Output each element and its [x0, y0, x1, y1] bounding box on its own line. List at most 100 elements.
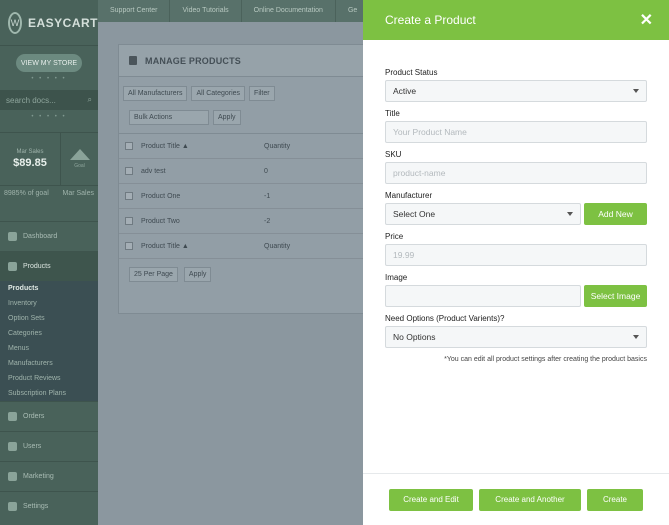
docs-search-input[interactable]: search docs... — [6, 96, 56, 105]
subnav-option-sets[interactable]: Option Sets — [0, 311, 98, 326]
bulk-actions-row: Bulk Actions Apply — [119, 110, 377, 134]
nav-settings[interactable]: Settings — [0, 491, 98, 521]
goal-label: Goal — [74, 163, 85, 169]
product-status-label: Product Status — [385, 68, 438, 77]
products-subnav: Products Inventory Option Sets Categorie… — [0, 281, 98, 401]
options-select[interactable]: No Options — [385, 326, 647, 348]
subnav-products[interactable]: Products — [0, 281, 98, 296]
row-checkbox[interactable] — [125, 192, 133, 200]
subnav-categories[interactable]: Categories — [0, 326, 98, 341]
stat-value: $89.85 — [13, 157, 47, 169]
column-quantity: Quantity — [264, 142, 291, 150]
subnav-menus[interactable]: Menus — [0, 341, 98, 356]
topnav-support-center[interactable]: Support Center — [98, 0, 171, 22]
close-icon[interactable]: ✕ — [640, 10, 653, 30]
admin-sidebar: W EASYCART VIEW MY STORE • • • • • searc… — [0, 0, 98, 525]
apply-button[interactable]: Apply — [213, 110, 241, 125]
topnav-video-tutorials[interactable]: Video Tutorials — [170, 0, 242, 22]
manufacturer-row: Select One Add New — [385, 203, 647, 225]
users-icon — [8, 442, 17, 451]
panel-header: MANAGE PRODUCTS — [119, 45, 377, 77]
sku-input[interactable]: product-name — [385, 162, 647, 184]
modal-header: Create a Product ✕ — [363, 0, 669, 40]
logo-icon: W — [8, 11, 22, 34]
options-label: Need Options (Product Varients)? — [385, 314, 505, 323]
table-row: Product One -1 — [119, 184, 377, 209]
product-title[interactable]: adv test — [141, 168, 264, 175]
subnav-product-reviews[interactable]: Product Reviews — [0, 371, 98, 386]
table-header: Product Title ▲ Quantity — [119, 134, 377, 159]
row-checkbox[interactable] — [125, 167, 133, 175]
manufacturer-select[interactable]: Select One — [385, 203, 581, 225]
per-page-select[interactable]: 25 Per Page — [129, 267, 178, 282]
column-quantity: Quantity — [264, 242, 291, 250]
manufacturer-filter-select[interactable]: All Manufacturers — [123, 86, 188, 101]
chevron-down-icon — [567, 212, 573, 216]
title-input[interactable]: Your Product Name — [385, 121, 647, 143]
products-icon — [8, 262, 17, 271]
goal-triangle-icon — [69, 149, 90, 160]
filter-button[interactable]: Filter — [249, 86, 275, 101]
search-icon[interactable]: ⌕ — [88, 95, 92, 105]
select-all-checkbox[interactable] — [125, 242, 133, 250]
column-product-title[interactable]: Product Title ▲ — [141, 243, 264, 250]
create-and-edit-button[interactable]: Create and Edit — [389, 488, 473, 511]
subnav-manufacturers[interactable]: Manufacturers — [0, 356, 98, 371]
product-status-select[interactable]: Active — [385, 80, 647, 102]
sku-label: SKU — [385, 150, 402, 159]
subnav-subscription-plans[interactable]: Subscription Plans — [0, 386, 98, 401]
goal-month: Mar Sales — [62, 190, 94, 197]
image-input[interactable] — [385, 285, 581, 307]
manufacturer-label: Manufacturer — [385, 191, 433, 200]
divider-dots: • • • • • — [31, 114, 67, 120]
panel-title: MANAGE PRODUCTS — [145, 55, 242, 66]
select-all-checkbox[interactable] — [125, 142, 133, 150]
table-footer: Product Title ▲ Quantity — [119, 234, 377, 259]
product-title[interactable]: Product Two — [141, 218, 264, 225]
create-button[interactable]: Create — [587, 488, 643, 511]
topnav-online-documentation[interactable]: Online Documentation — [242, 0, 336, 22]
goal-row: 8985% of goal Mar Sales — [0, 186, 98, 201]
nav-label: Products — [23, 263, 51, 270]
apply-button[interactable]: Apply — [183, 267, 212, 282]
add-new-manufacturer-button[interactable]: Add New — [584, 203, 647, 225]
view-store-button[interactable]: VIEW MY STORE — [16, 54, 82, 72]
subnav-inventory[interactable]: Inventory — [0, 296, 98, 311]
create-and-another-button[interactable]: Create and Another — [479, 488, 581, 511]
logo[interactable]: W EASYCART — [0, 0, 98, 46]
manage-products-panel: MANAGE PRODUCTS All Manufacturers All Ca… — [118, 44, 378, 314]
column-product-title[interactable]: Product Title ▲ — [141, 143, 264, 150]
select-image-button[interactable]: Select Image — [584, 285, 647, 307]
image-row: Select Image — [385, 285, 647, 307]
nav-dashboard[interactable]: Dashboard — [0, 221, 98, 251]
bulk-actions-select[interactable]: Bulk Actions — [129, 110, 209, 125]
orders-icon — [8, 412, 17, 421]
price-input[interactable]: 19.99 — [385, 244, 647, 266]
nav-label: Users — [23, 443, 42, 450]
create-product-modal: Create a Product ✕ Product Status Active… — [363, 0, 669, 525]
modal-footer: Create and Edit Create and Another Creat… — [363, 473, 669, 525]
nav-products[interactable]: Products — [0, 251, 98, 281]
stat-label: Mar Sales — [16, 149, 44, 155]
docs-search[interactable]: search docs... ⌕ — [0, 90, 98, 110]
modal-title: Create a Product — [385, 13, 476, 27]
main-content: MANAGE PRODUCTS All Manufacturers All Ca… — [98, 22, 398, 525]
sales-stats: Mar Sales $89.85 Goal — [0, 132, 98, 186]
nav-label: Orders — [23, 413, 45, 420]
category-filter-select[interactable]: All Categories — [191, 86, 246, 101]
product-title[interactable]: Product One — [141, 193, 264, 200]
price-label: Price — [385, 232, 404, 241]
top-nav: Support Center Video Tutorials Online Do… — [98, 0, 398, 22]
edit-settings-note: *You can edit all product settings after… — [444, 356, 647, 363]
logo-text: EASYCART — [27, 15, 98, 30]
nav-users[interactable]: Users — [0, 431, 98, 461]
table-row: adv test 0 — [119, 159, 377, 184]
row-checkbox[interactable] — [125, 217, 133, 225]
nav-marketing[interactable]: Marketing — [0, 461, 98, 491]
nav-label: Settings — [23, 503, 49, 510]
marketing-icon — [8, 472, 17, 481]
product-quantity: -1 — [264, 192, 271, 200]
dashboard-icon — [8, 232, 17, 241]
chevron-down-icon — [633, 335, 639, 339]
nav-orders[interactable]: Orders — [0, 401, 98, 431]
